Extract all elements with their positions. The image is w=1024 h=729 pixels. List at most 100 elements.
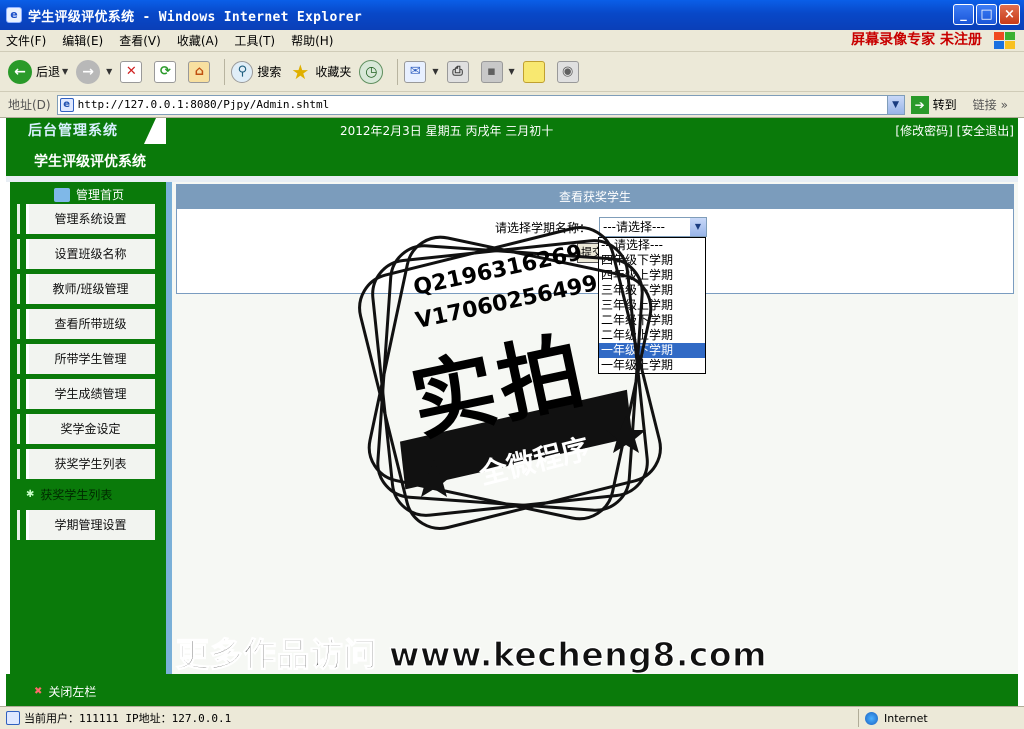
mail-icon: ✉: [404, 60, 427, 83]
note-icon: [522, 60, 545, 83]
term-select-label: 请选择学期名称：: [495, 221, 592, 235]
stop-button[interactable]: ✕: [120, 60, 146, 83]
close-sidebar-label: 关闭左栏: [48, 685, 97, 699]
home-icon: ⌂: [188, 60, 211, 83]
sidebar-item-scholarship[interactable]: 奖学金设定: [17, 414, 155, 444]
toolbar-separator: [224, 58, 226, 85]
menu-edit[interactable]: 编辑(E): [62, 32, 103, 49]
toolbar-separator: [397, 58, 399, 85]
zone-text: Internet: [884, 711, 928, 725]
close-icon: ✖: [34, 686, 43, 697]
term-select[interactable]: ---请选择--- ▼: [599, 217, 707, 237]
page-status-icon: [6, 711, 20, 725]
print-button[interactable]: ⎙: [446, 60, 473, 83]
favorites-label: 收藏夹: [315, 65, 352, 79]
links-chevron-icon[interactable]: »: [1001, 98, 1008, 112]
sidebar-item-award-list[interactable]: 获奖学生列表: [17, 449, 155, 479]
back-arrow-icon: ←: [8, 59, 32, 84]
term-dropdown-list[interactable]: ---请选择--- 四年级下学期 四年级上学期 三年级下学期 三年级上学期 二年…: [598, 237, 706, 374]
sidebar: 管理首页 管理系统设置 设置班级名称 教师/班级管理 查看所带班级 所带学生管理…: [10, 182, 166, 674]
history-button[interactable]: ◷: [359, 59, 387, 84]
search-icon: ⚲: [231, 60, 254, 83]
refresh-icon: ⟳: [154, 60, 177, 83]
address-dropdown-icon[interactable]: ▼: [886, 95, 904, 114]
window-title: 学生评级评优系统 - Windows Internet Explorer: [28, 9, 362, 25]
sidebar-item-teacher-class[interactable]: 教师/班级管理: [17, 274, 155, 304]
menu-view[interactable]: 查看(V): [119, 32, 161, 49]
links-button[interactable]: 链接: [973, 96, 997, 113]
close-button[interactable]: ×: [999, 4, 1020, 25]
menu-favorites[interactable]: 收藏(A): [177, 32, 219, 49]
star-icon: ★: [291, 59, 310, 84]
dropdown-option[interactable]: 二年级上学期: [599, 328, 705, 343]
sidebar-item-students[interactable]: 所带学生管理: [17, 344, 155, 374]
windows-logo-icon: [994, 32, 1016, 50]
address-bar: 地址(D) e http://127.0.0.1:8080/Pjpy/Admin…: [0, 92, 1024, 118]
go-button[interactable]: ➔ 转到: [910, 95, 957, 114]
sidebar-item-term-settings[interactable]: 学期管理设置: [17, 510, 155, 540]
dropdown-option[interactable]: 四年级下学期: [599, 253, 705, 268]
forward-arrow-icon: →: [76, 59, 101, 84]
globe-icon: [865, 711, 878, 725]
search-button[interactable]: ⚲ 搜索: [231, 60, 281, 83]
logo: 后台管理系统: [6, 118, 166, 144]
sidebar-home-label: 管理首页: [76, 188, 125, 202]
security-zone: Internet: [858, 709, 928, 727]
dropdown-option[interactable]: 二年级下学期: [599, 313, 705, 328]
menu-help[interactable]: 帮助(H): [291, 32, 333, 49]
minimize-button[interactable]: _: [953, 4, 974, 25]
term-select-value: ---请选择---: [603, 220, 665, 234]
sidebar-item-scores[interactable]: 学生成绩管理: [17, 379, 155, 409]
address-label: 地址(D): [8, 98, 51, 112]
dropdown-arrow-icon[interactable]: ▼: [62, 67, 68, 76]
menu-tools[interactable]: 工具(T): [234, 32, 275, 49]
bullet-icon: ✱: [26, 489, 35, 500]
print-icon: ⎙: [446, 60, 469, 83]
sidebar-active-sub[interactable]: ✱ 获奖学生列表: [26, 486, 112, 503]
address-input[interactable]: e http://127.0.0.1:8080/Pjpy/Admin.shtml…: [56, 94, 905, 115]
dropdown-option[interactable]: 一年级上学期: [599, 358, 705, 373]
change-password-link[interactable]: [修改密码]: [895, 124, 952, 138]
note-button[interactable]: [522, 60, 549, 83]
sidebar-item-system-settings[interactable]: 管理系统设置: [17, 204, 155, 234]
system-title: 学生评级评优系统: [34, 154, 146, 170]
dropdown-option[interactable]: 三年级下学期: [599, 283, 705, 298]
stop-icon: ✕: [120, 60, 143, 83]
page-bottom-bar: ✖ 关闭左栏: [6, 674, 1018, 706]
logout-link[interactable]: [安全退出]: [957, 124, 1014, 138]
history-icon: ◷: [359, 59, 384, 84]
ie-app-icon: e: [6, 7, 22, 23]
edit-button[interactable]: ▪ ▼: [480, 60, 515, 83]
dropdown-arrow-icon[interactable]: ▼: [432, 67, 438, 76]
page-icon: e: [59, 97, 74, 112]
refresh-button[interactable]: ⟳: [154, 60, 180, 83]
menu-bar: 文件(F) 编辑(E) 查看(V) 收藏(A) 工具(T) 帮助(H) 屏幕录像…: [0, 30, 1024, 52]
mail-button[interactable]: ✉ ▼: [404, 60, 439, 83]
award-panel: 查看获奖学生 请选择学期名称： ---请选择--- ▼ 提交: [176, 184, 1014, 294]
dropdown-option[interactable]: 四年级上学期: [599, 268, 705, 283]
sidebar-home[interactable]: 管理首页: [54, 186, 124, 203]
browser-toolbar: ← 后退 ▼ → ▼ ✕ ⟳ ⌂ ⚲ 搜索 ★ 收藏夹 ◷ ✉ ▼ ⎙ ▪ ▼ …: [0, 52, 1024, 92]
panel-title: 查看获奖学生: [177, 185, 1013, 209]
web-page: 后台管理系统 2012年2月3日 星期五 丙戌年 三月初十 [修改密码] [安全…: [0, 118, 1024, 706]
dropdown-option-highlighted[interactable]: 一年级下学期: [599, 343, 705, 358]
favorites-button[interactable]: ★ 收藏夹: [289, 59, 352, 84]
close-sidebar-button[interactable]: ✖ 关闭左栏: [34, 683, 96, 700]
messenger-icon: ◉: [556, 60, 579, 83]
dropdown-option[interactable]: 三年级上学期: [599, 298, 705, 313]
messenger-button[interactable]: ◉: [556, 60, 583, 83]
sidebar-item-my-classes[interactable]: 查看所带班级: [17, 309, 155, 339]
forward-button[interactable]: → ▼: [76, 59, 112, 84]
address-url[interactable]: http://127.0.0.1:8080/Pjpy/Admin.shtml: [78, 98, 330, 111]
dropdown-arrow-icon[interactable]: ▼: [509, 67, 515, 76]
sidebar-item-class-names[interactable]: 设置班级名称: [17, 239, 155, 269]
dropdown-arrow-icon[interactable]: ▼: [106, 67, 112, 76]
back-button[interactable]: ← 后退 ▼: [8, 59, 68, 84]
edit-icon: ▪: [480, 60, 503, 83]
dropdown-option[interactable]: ---请选择---: [599, 238, 705, 253]
menu-file[interactable]: 文件(F): [6, 32, 46, 49]
logo-text: 后台管理系统: [6, 118, 156, 144]
maximize-button[interactable]: □: [976, 4, 997, 25]
home-button[interactable]: ⌂: [188, 60, 214, 83]
chevron-down-icon[interactable]: ▼: [690, 218, 706, 236]
